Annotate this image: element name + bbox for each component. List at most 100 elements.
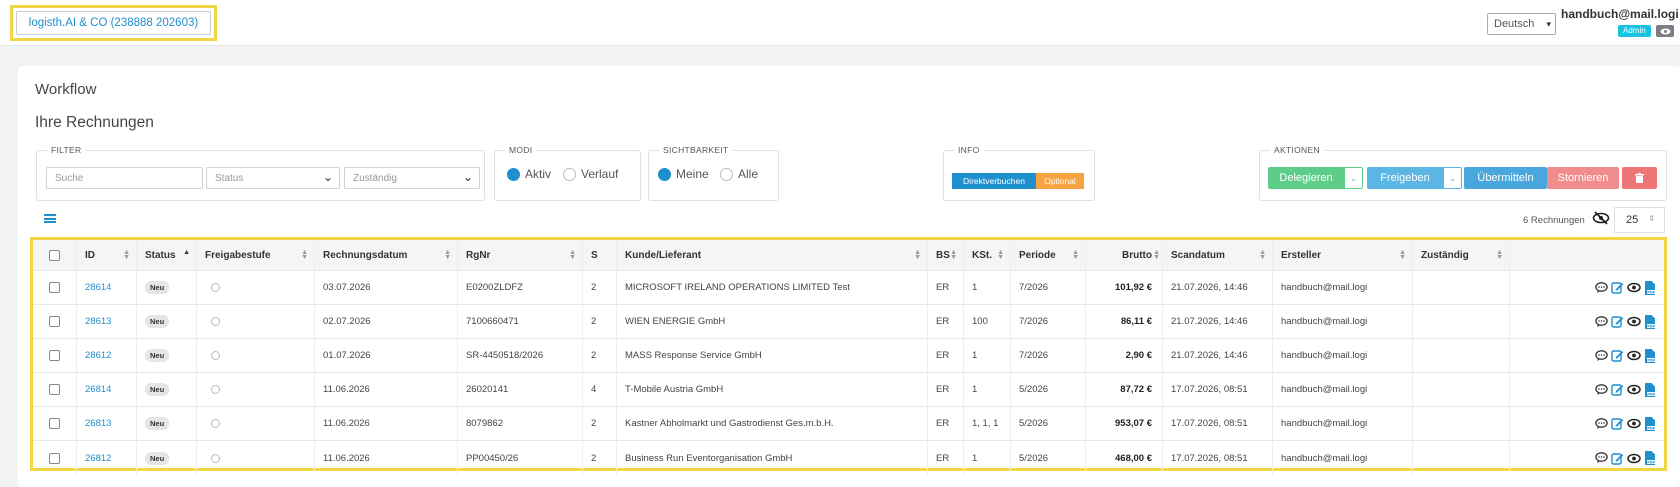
comment-icon[interactable] (1595, 452, 1608, 464)
column-header-kst[interactable]: KSt. ▲ ▼ (964, 240, 1011, 270)
language-select[interactable]: Deutsch ▾ (1487, 13, 1556, 35)
eye-slash-icon[interactable] (1592, 211, 1610, 228)
row-checkbox[interactable] (49, 418, 60, 429)
release-button[interactable]: Freigeben (1367, 167, 1443, 189)
table-row[interactable]: 28613 Neu 02.07.2026 7100660471 2 WIEN ENERGI… (33, 305, 1664, 339)
view-eye-icon[interactable] (1627, 453, 1641, 464)
svg-text:PDF: PDF (1647, 392, 1656, 396)
row-s: 2 (583, 339, 617, 372)
row-status: Neu (137, 339, 197, 372)
pdf-icon[interactable]: PDF (1644, 348, 1656, 363)
edit-icon[interactable] (1611, 452, 1624, 465)
table-row[interactable]: 26814 Neu 11.06.2026 26020141 4 T-Mobile Aust… (33, 373, 1664, 407)
modi-radio-active[interactable]: Aktiv (507, 167, 551, 181)
row-checkbox[interactable] (49, 350, 60, 361)
row-id-link[interactable]: 28613 (77, 305, 137, 338)
transmit-button[interactable]: Übermitteln (1464, 167, 1547, 189)
column-header-scan-date[interactable]: Scandatum ▲ ▼ (1163, 240, 1273, 270)
comment-icon[interactable] (1595, 383, 1608, 396)
column-menu-icon[interactable] (44, 214, 56, 223)
row-gross: 2,90 € (1086, 339, 1163, 372)
delegate-dropdown-chevron-icon[interactable]: ⌄ (1344, 167, 1363, 189)
comment-icon[interactable] (1595, 349, 1608, 362)
user-email[interactable]: handbuch@mail.logi (1561, 7, 1679, 21)
row-id-link[interactable]: 28614 (77, 271, 137, 304)
edit-icon[interactable] (1611, 383, 1624, 396)
row-creator: handbuch@mail.logi (1273, 441, 1413, 475)
delegate-button[interactable]: Delegieren (1268, 167, 1344, 189)
visibility-radio-all[interactable]: Alle (720, 167, 758, 181)
sort-icon: ▲ ▼ (1496, 249, 1503, 261)
row-scan-date: 21.07.2026, 14:46 (1163, 271, 1273, 304)
row-checkbox[interactable] (49, 282, 60, 293)
row-checkbox[interactable] (49, 384, 60, 395)
row-checkbox[interactable] (49, 316, 60, 327)
edit-icon[interactable] (1611, 281, 1624, 294)
view-eye-icon[interactable] (1627, 418, 1641, 429)
column-header-rgnr[interactable]: RgNr ▲ ▼ (458, 240, 583, 270)
row-id-link[interactable]: 26813 (77, 407, 137, 440)
column-header-s[interactable]: S (583, 240, 617, 270)
row-bs: ER (928, 271, 964, 304)
column-header-bs[interactable]: BS ▲ ▼ (928, 240, 964, 270)
view-eye-icon[interactable] (1627, 316, 1641, 327)
comment-icon[interactable] (1595, 315, 1608, 328)
sort-icon: ▲ ▼ (123, 249, 130, 261)
column-header-assignee[interactable]: Zuständig ▲ ▼ (1413, 240, 1510, 270)
select-all-checkbox[interactable] (49, 249, 60, 261)
radio-unselected-icon (720, 167, 733, 181)
svg-text:PDF: PDF (1647, 290, 1656, 294)
table-row[interactable]: 26812 Neu 11.06.2026 PP00450/26 2 Business Ru… (33, 441, 1664, 475)
pdf-icon[interactable]: PDF (1644, 314, 1656, 329)
assignee-select[interactable]: Zuständig ⌄ (344, 167, 480, 189)
approval-circle-icon (211, 351, 220, 360)
column-header-gross[interactable]: Brutto ▲ ▼ (1086, 240, 1163, 270)
pdf-icon[interactable]: PDF (1644, 451, 1656, 465)
view-eye-icon[interactable] (1627, 282, 1641, 293)
comment-icon[interactable] (1595, 281, 1608, 294)
column-header-approval-level[interactable]: Freigabestufe ▲ ▼ (197, 240, 315, 270)
row-actions: PDF (1510, 441, 1664, 475)
release-dropdown-chevron-icon[interactable]: ⌄ (1443, 167, 1462, 189)
view-eye-icon[interactable] (1627, 384, 1641, 395)
table-row[interactable]: 28614 Neu 03.07.2026 E0200ZLDFZ 2 MICROSOFT I… (33, 271, 1664, 305)
pdf-icon[interactable]: PDF (1644, 416, 1656, 431)
row-approval-level (197, 339, 315, 372)
edit-icon[interactable] (1611, 417, 1624, 430)
column-header-creator[interactable]: Ersteller ▲ ▼ (1273, 240, 1413, 270)
column-header-vendor[interactable]: Kunde/Lieferant ▲ ▼ (617, 240, 928, 270)
row-checkbox[interactable] (49, 452, 60, 464)
row-kst: 1, 1, 1 (964, 407, 1011, 440)
row-period: 7/2026 (1011, 305, 1086, 338)
delete-button[interactable] (1622, 167, 1657, 189)
column-header-id[interactable]: ID ▲ ▼ (77, 240, 137, 270)
column-header-s-label: S (591, 249, 598, 261)
page-size-select[interactable]: 25 ⇕ (1614, 207, 1665, 233)
visibility-radio-mine[interactable]: Meine (658, 167, 709, 181)
row-id-link[interactable]: 26812 (77, 441, 137, 475)
svg-text:PDF: PDF (1647, 358, 1656, 362)
modi-radio-history[interactable]: Verlauf (563, 167, 618, 181)
search-input[interactable]: Suche (46, 167, 203, 189)
cancel-button[interactable]: Stornieren (1547, 167, 1619, 189)
pdf-icon[interactable]: PDF (1644, 382, 1656, 397)
row-scan-date: 21.07.2026, 14:46 (1163, 339, 1273, 372)
sort-icon: ▲ ▼ (914, 249, 921, 261)
sort-icon: ▲ ▼ (444, 249, 451, 261)
company-selector-button[interactable]: logisth.AI & CO (238888 202603) (16, 11, 211, 35)
comment-icon[interactable] (1595, 417, 1608, 430)
column-header-status[interactable]: Status ▲ (137, 240, 197, 270)
status-select[interactable]: Status ⌄ (206, 167, 340, 189)
pdf-icon[interactable]: PDF (1644, 280, 1656, 295)
view-eye-icon[interactable] (1627, 350, 1641, 361)
row-id-link[interactable]: 28612 (77, 339, 137, 372)
edit-icon[interactable] (1611, 315, 1624, 328)
row-id-link[interactable]: 26814 (77, 373, 137, 406)
row-select-cell (33, 305, 77, 338)
column-header-period[interactable]: Periode ▲ ▼ (1011, 240, 1086, 270)
table-row[interactable]: 28612 Neu 01.07.2026 SR-4450518/2026 2 MASS R… (33, 339, 1664, 373)
table-row[interactable]: 26813 Neu 11.06.2026 8079862 2 Kastner Abholm… (33, 407, 1664, 441)
column-header-invoice-date[interactable]: Rechnungsdatum ▲ ▼ (315, 240, 458, 270)
impersonate-eye-icon[interactable] (1656, 25, 1674, 37)
edit-icon[interactable] (1611, 349, 1624, 362)
